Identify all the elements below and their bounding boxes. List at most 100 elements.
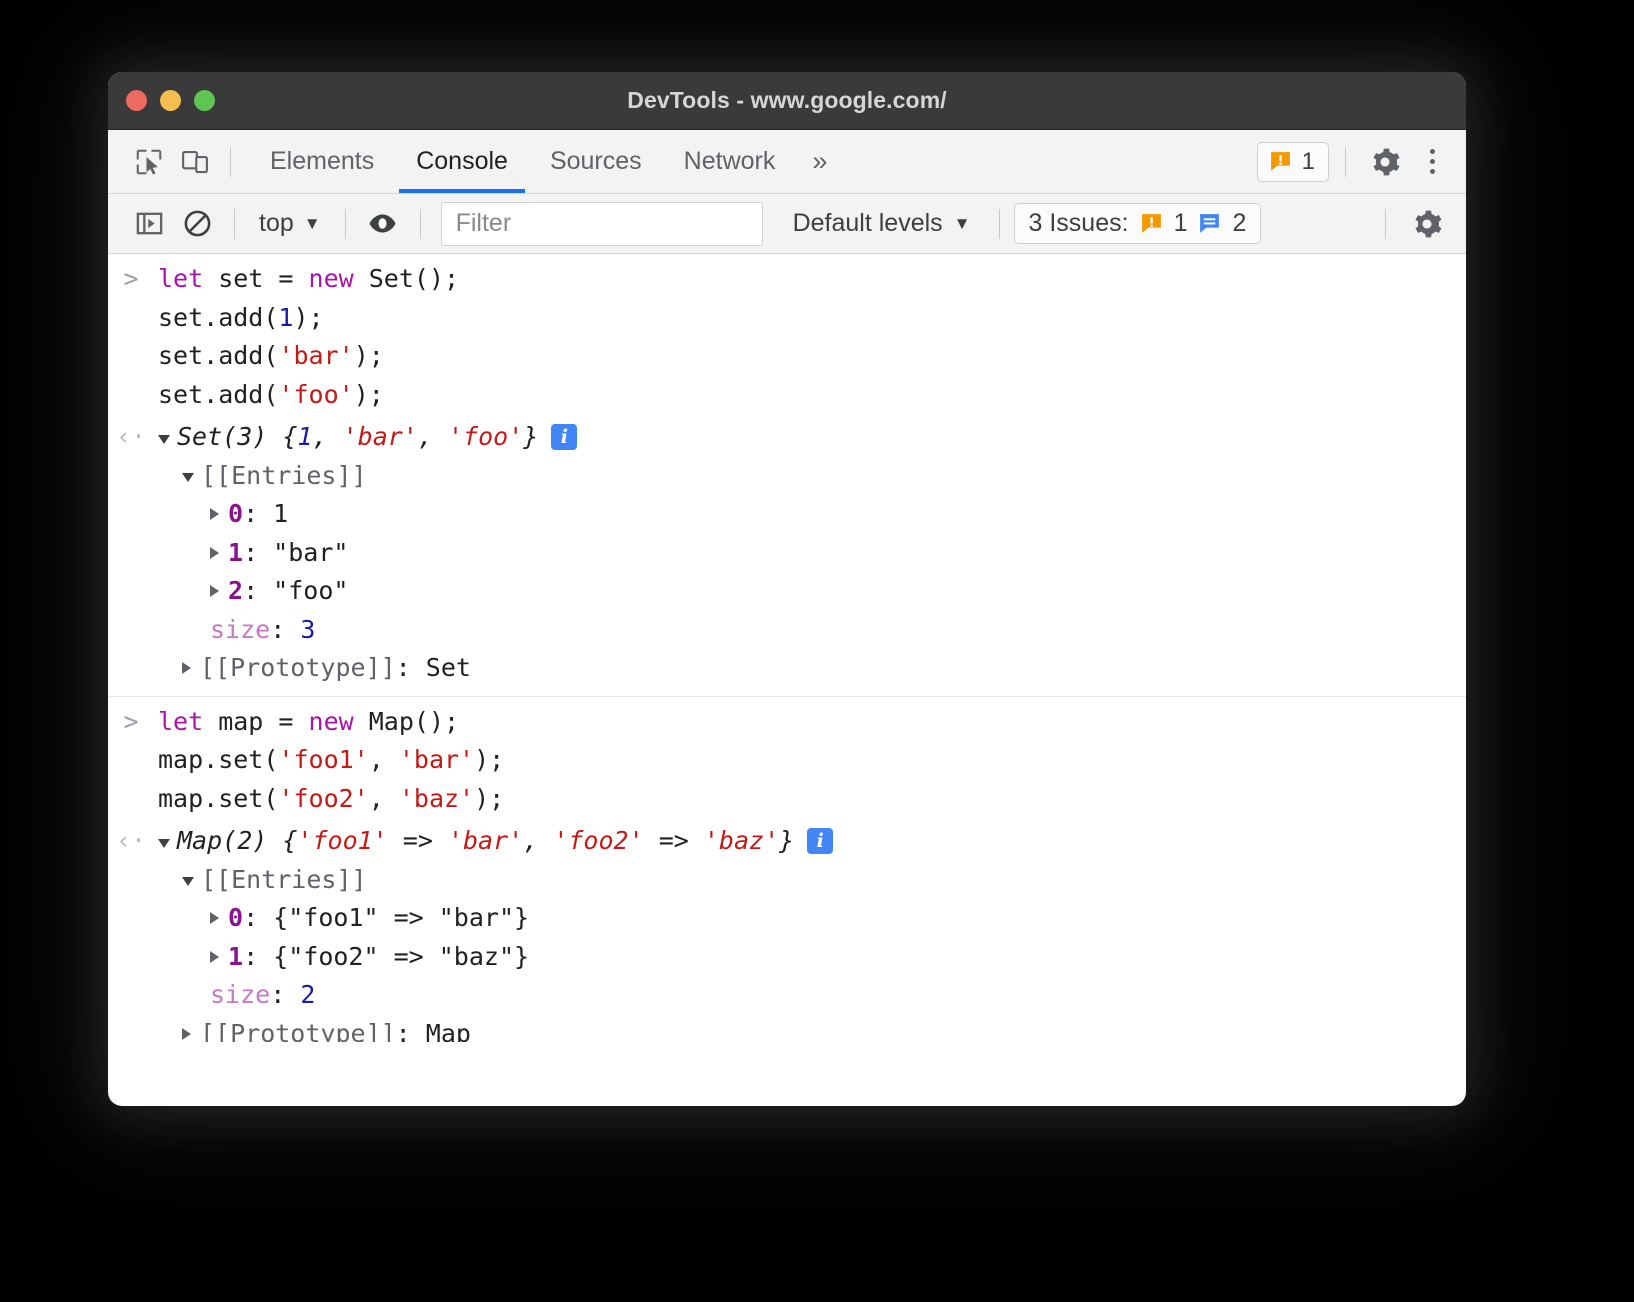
devtools-tabbar: Elements Console Sources Network » 1 xyxy=(108,130,1466,194)
entry-row[interactable]: 0: {"foo1" => "bar"} xyxy=(182,899,1466,938)
warning-count: 1 xyxy=(1302,148,1315,176)
tabbar-right-controls: 1 xyxy=(1257,139,1452,185)
entry-value: "foo" xyxy=(273,572,348,611)
result-return-arrow: ‹· xyxy=(108,418,154,457)
filter-input[interactable]: Filter xyxy=(441,202,763,246)
entry-value: 1 xyxy=(273,495,288,534)
chevron-down-icon: ▼ xyxy=(954,215,971,232)
collapse-triangle-icon[interactable] xyxy=(182,1028,191,1040)
execution-context-selector[interactable]: top ▼ xyxy=(249,209,331,238)
collapse-triangle-icon[interactable] xyxy=(182,662,191,674)
devtools-window: DevTools - www.google.com/ Elements Cons… xyxy=(108,72,1466,1106)
tab-network[interactable]: Network xyxy=(663,130,797,193)
tab-console[interactable]: Console xyxy=(395,130,529,193)
info-badge-icon[interactable]: i xyxy=(551,424,577,450)
expand-triangle-icon[interactable] xyxy=(182,473,194,482)
console-input-map[interactable]: > let map = new Map(); map.set('foo1', '… xyxy=(108,703,1466,819)
console-result-set: ‹· Set(3) {1, 'bar', 'foo'} i [[Entries]… xyxy=(108,418,1466,688)
expand-triangle-icon[interactable] xyxy=(158,435,170,444)
size-row: size: 3 xyxy=(182,611,1466,650)
traffic-lights xyxy=(108,90,215,111)
console-input-code: let map = new Map(); map.set('foo1', 'ba… xyxy=(154,703,504,819)
entry-value: {"foo2" => "baz"} xyxy=(273,938,529,977)
collapse-triangle-icon[interactable] xyxy=(210,912,219,924)
entry-value: "bar" xyxy=(273,534,348,573)
collapse-triangle-icon[interactable] xyxy=(210,547,219,559)
execution-context-label: top xyxy=(259,209,294,238)
expand-triangle-icon[interactable] xyxy=(158,839,170,848)
entries-label: [[Entries]] xyxy=(201,457,367,496)
filter-placeholder: Filter xyxy=(456,209,512,238)
console-input-set[interactable]: > let set = new Set(); set.add(1); set.a… xyxy=(108,260,1466,414)
console-sidebar-icon[interactable] xyxy=(126,202,172,246)
expand-triangle-icon[interactable] xyxy=(182,877,194,886)
console-input-code: let set = new Set(); set.add(1); set.add… xyxy=(154,260,459,414)
minimize-window-button[interactable] xyxy=(160,90,181,111)
prototype-row[interactable]: [[Prototype]]: Set xyxy=(182,649,1466,688)
entries-label: [[Entries]] xyxy=(201,861,367,900)
collapse-triangle-icon[interactable] xyxy=(210,508,219,520)
info-badge-icon[interactable]: i xyxy=(807,828,833,854)
result-summary-map[interactable]: Map(2) {'foo1' => 'bar', 'foo2' => 'baz'… xyxy=(154,822,1466,861)
entries-node[interactable]: [[Entries]] xyxy=(182,457,1466,496)
map-summary-text: Map(2) {'foo1' => 'bar', 'foo2' => 'baz'… xyxy=(177,822,794,861)
clear-console-icon[interactable] xyxy=(174,202,220,246)
prototype-row[interactable]: [[Prototype]]: Map xyxy=(182,1015,1466,1043)
entry-key: 1 xyxy=(228,534,243,573)
console-settings-gear-icon[interactable] xyxy=(1404,202,1450,246)
set-object-tree: [[Entries]] 0: 1 1: "bar" xyxy=(154,457,1466,688)
entry-row[interactable]: 2: "foo" xyxy=(182,572,1466,611)
size-value: 3 xyxy=(300,611,315,650)
tab-sources[interactable]: Sources xyxy=(529,130,663,193)
panel-tabs: Elements Console Sources Network » xyxy=(249,130,843,193)
prototype-label: [[Prototype]] xyxy=(200,649,396,688)
inspect-cursor-icon[interactable] xyxy=(126,139,172,185)
console-toolbar-divider-3 xyxy=(420,209,421,239)
more-tabs-icon[interactable]: » xyxy=(796,148,843,175)
collapse-triangle-icon[interactable] xyxy=(210,951,219,963)
console-toolbar-right xyxy=(1373,202,1450,246)
entry-key: 0 xyxy=(228,495,243,534)
entry-key: 1 xyxy=(228,938,243,977)
input-prompt-chevron: > xyxy=(108,260,154,299)
issues-warning-count: 1 xyxy=(1174,209,1188,238)
size-row: size: 2 xyxy=(182,976,1466,1015)
warning-bubble-icon xyxy=(1139,211,1164,236)
entry-value: {"foo1" => "bar"} xyxy=(273,899,529,938)
entry-row[interactable]: 1: {"foo2" => "baz"} xyxy=(182,938,1466,977)
device-toolbar-icon[interactable] xyxy=(172,139,218,185)
size-key: size xyxy=(210,611,270,650)
console-group-set: > let set = new Set(); set.add(1); set.a… xyxy=(108,254,1466,697)
log-levels-label: Default levels xyxy=(793,209,943,238)
console-output[interactable]: > let set = new Set(); set.add(1); set.a… xyxy=(108,254,1466,1042)
screen: DevTools - www.google.com/ Elements Cons… xyxy=(0,0,1634,1302)
tab-elements[interactable]: Elements xyxy=(249,130,395,193)
chevron-down-icon: ▼ xyxy=(304,215,321,232)
collapse-triangle-icon[interactable] xyxy=(210,585,219,597)
prototype-value: Set xyxy=(426,649,471,688)
entry-row[interactable]: 0: 1 xyxy=(182,495,1466,534)
window-titlebar: DevTools - www.google.com/ xyxy=(108,72,1466,130)
maximize-window-button[interactable] xyxy=(194,90,215,111)
console-group-map: > let map = new Map(); map.set('foo1', '… xyxy=(108,697,1466,1043)
close-window-button[interactable] xyxy=(126,90,147,111)
entry-row[interactable]: 1: "bar" xyxy=(182,534,1466,573)
console-toolbar-divider-5 xyxy=(1385,209,1386,239)
window-title: DevTools - www.google.com/ xyxy=(108,87,1466,114)
entry-key: 2 xyxy=(228,572,243,611)
entries-node[interactable]: [[Entries]] xyxy=(182,861,1466,900)
input-prompt-chevron: > xyxy=(108,703,154,742)
result-summary-set[interactable]: Set(3) {1, 'bar', 'foo'} i xyxy=(154,418,1466,457)
live-expression-icon[interactable] xyxy=(360,202,406,246)
console-toolbar-divider-1 xyxy=(234,209,235,239)
info-bubble-icon xyxy=(1197,211,1222,236)
log-levels-selector[interactable]: Default levels ▼ xyxy=(779,209,985,238)
kebab-menu-icon[interactable] xyxy=(1412,140,1452,184)
issues-label: 3 Issues: xyxy=(1029,209,1129,238)
prototype-value: Map xyxy=(426,1015,471,1043)
warning-count-badge[interactable]: 1 xyxy=(1257,142,1329,182)
gear-icon[interactable] xyxy=(1362,139,1408,185)
issues-info-count: 2 xyxy=(1232,209,1246,238)
issues-counter-button[interactable]: 3 Issues: 1 2 xyxy=(1014,203,1262,244)
tabbar-right-divider xyxy=(1345,147,1346,177)
